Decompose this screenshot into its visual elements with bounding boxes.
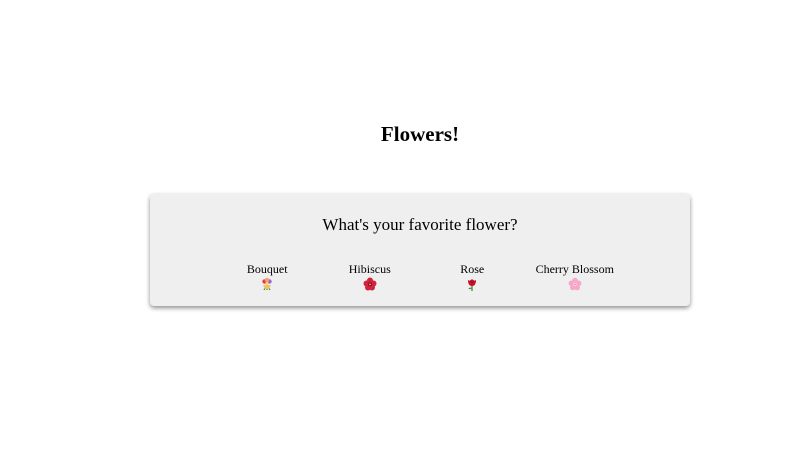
bouquet-icon — [262, 277, 272, 291]
option-rose[interactable]: Rose — [421, 262, 524, 291]
option-cherry-blossom[interactable]: Cherry Blossom — [524, 262, 627, 291]
rose-icon — [468, 279, 477, 291]
option-label: Cherry Blossom — [535, 262, 614, 276]
flower-options: Bouquet Hibiscus Rose Cherry Blossom — [216, 262, 626, 291]
hibiscus-icon — [363, 277, 377, 291]
option-label: Bouquet — [246, 262, 288, 276]
option-label: Hibiscus — [348, 262, 391, 276]
cherry-blossom-icon — [568, 277, 582, 291]
option-label: Rose — [460, 262, 485, 276]
option-bouquet[interactable]: Bouquet — [216, 262, 319, 291]
poll-question: What's your favorite flower? — [322, 215, 518, 234]
flower-poll-card: What's your favorite flower? Bouquet Hib… — [150, 194, 690, 306]
option-hibiscus[interactable]: Hibiscus — [319, 262, 422, 291]
page-title: Flowers! — [380, 122, 460, 146]
